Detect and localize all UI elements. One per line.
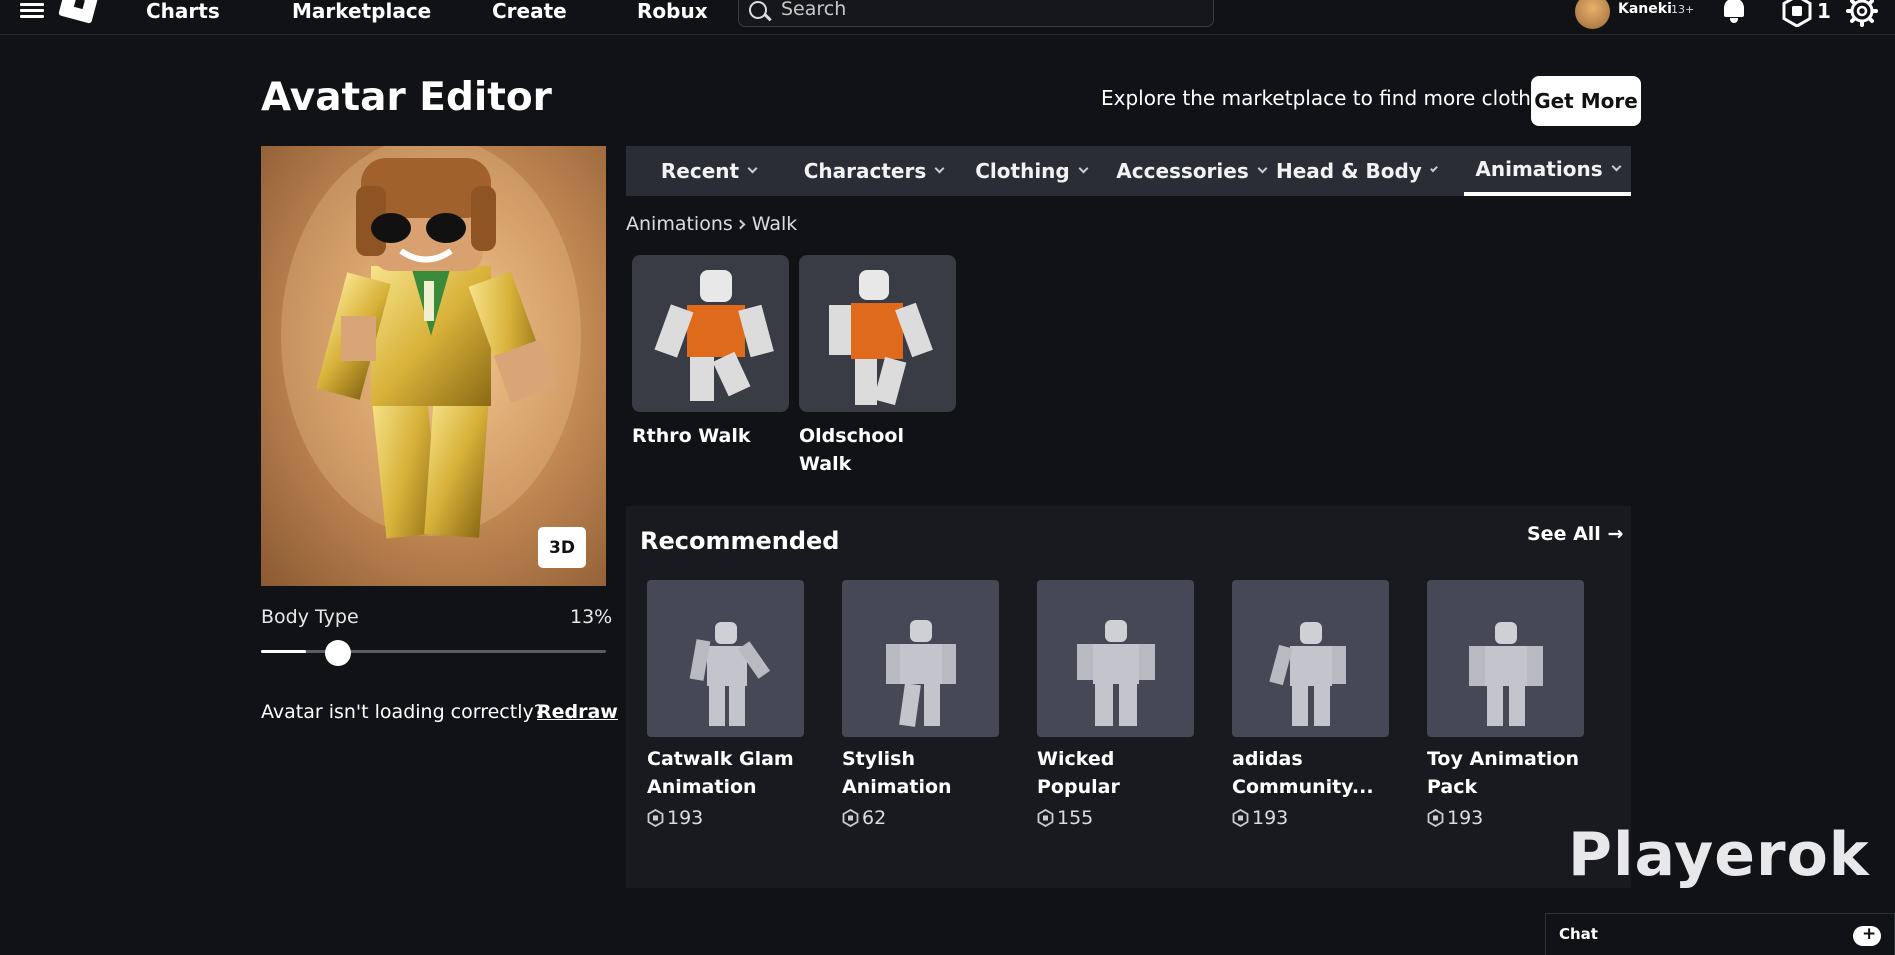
recommended-item[interactable]: Catwalk Glam Animation Pac... 193 (647, 580, 804, 829)
chevron-right-icon (735, 219, 746, 230)
menu-icon[interactable] (20, 0, 44, 22)
robux-icon (1037, 809, 1054, 827)
price-value: 155 (1057, 807, 1094, 829)
search-placeholder: Search (781, 0, 847, 20)
recommended-item[interactable]: Stylish Animation Pack 62 (842, 580, 999, 829)
recommended-item[interactable]: Toy Animation Pack 193 (1427, 580, 1584, 829)
tab-label: Clothing (975, 159, 1070, 183)
item-card-oldschool-walk[interactable]: Oldschool Walk (799, 255, 956, 478)
chevron-down-icon (1078, 163, 1089, 174)
nav-marketplace-link[interactable]: Marketplace (292, 0, 431, 23)
nav-robux-link[interactable]: Robux (637, 0, 708, 23)
chevron-down-icon (1429, 164, 1438, 173)
arrow-right-icon: → (1607, 523, 1624, 545)
item-thumbnail[interactable] (1232, 580, 1389, 737)
search-icon (749, 1, 767, 19)
robux-icon (1232, 809, 1249, 827)
tab-label: Characters (803, 159, 927, 183)
avatar-loading-text: Avatar isn't loading correctly? (261, 701, 544, 723)
tab-head-body[interactable]: Head & Body (1276, 146, 1438, 196)
explore-marketplace-text: Explore the marketplace to find more clo… (1101, 86, 1562, 110)
recommended-item[interactable]: adidas Community... 193 (1232, 580, 1389, 829)
robux-balance[interactable]: 1 (1817, 0, 1831, 23)
see-all-link[interactable]: See All → (1527, 523, 1623, 545)
get-more-button[interactable]: Get More (1531, 76, 1641, 126)
avatar-preview[interactable] (261, 146, 606, 586)
tab-clothing[interactable]: Clothing (956, 146, 1106, 196)
tab-label: Animations (1475, 157, 1603, 181)
search-input[interactable]: Search (738, 0, 1214, 27)
robux-icon (647, 809, 664, 827)
robux-icon (1427, 809, 1444, 827)
item-thumbnail[interactable] (842, 580, 999, 737)
chevron-down-icon (1257, 163, 1268, 174)
item-price: 193 (647, 807, 804, 829)
body-type-value: 13% (570, 606, 613, 628)
see-all-label: See All (1527, 523, 1601, 545)
item-name: Catwalk Glam Animation Pac... (647, 748, 794, 798)
body-type-label: Body Type (261, 606, 359, 628)
tab-animations[interactable]: Animations (1464, 146, 1631, 196)
watermark-text: Playerok (1568, 820, 1870, 890)
item-thumbnail[interactable] (647, 580, 804, 737)
breadcrumb: Animations Walk (626, 213, 797, 235)
item-name: Stylish Animation Pack (842, 748, 952, 798)
chat-label: Chat (1559, 925, 1598, 943)
user-age-badge: 13+ (1671, 3, 1695, 16)
new-chat-icon[interactable] (1853, 924, 1881, 946)
chevron-down-icon (1611, 161, 1622, 172)
user-avatar[interactable] (1575, 0, 1610, 29)
body-type-slider-fill (261, 650, 306, 653)
page-title: Avatar Editor (261, 75, 552, 120)
tab-label: Accessories (1116, 159, 1249, 183)
tab-label: Head & Body (1276, 159, 1422, 183)
price-value: 62 (862, 807, 887, 829)
price-value: 193 (667, 807, 704, 829)
avatar-render-image (281, 146, 581, 539)
nav-charts-link[interactable]: Charts (146, 0, 220, 23)
recommended-item[interactable]: Wicked Popular Animation Pack 155 (1037, 580, 1194, 829)
item-name: Wicked Popular Animation Pack (1037, 748, 1120, 798)
item-thumbnail[interactable] (1037, 580, 1194, 737)
top-navbar: Charts Marketplace Create Robux Search K… (0, 0, 1895, 35)
item-card-rthro-walk[interactable]: Rthro Walk (632, 255, 789, 450)
category-tabs: Recent Characters Clothing Accessories H… (626, 146, 1631, 196)
tab-accessories[interactable]: Accessories (1106, 146, 1276, 196)
price-value: 193 (1447, 807, 1484, 829)
nav-create-link[interactable]: Create (492, 0, 567, 23)
item-price: 155 (1037, 807, 1194, 829)
notifications-bell-icon[interactable] (1722, 0, 1746, 24)
chat-bar[interactable]: Chat (1545, 913, 1895, 955)
price-value: 193 (1252, 807, 1289, 829)
item-thumbnail[interactable] (799, 255, 956, 412)
tab-characters[interactable]: Characters (791, 146, 956, 196)
tab-recent[interactable]: Recent (626, 146, 791, 196)
tab-label: Recent (660, 159, 740, 183)
view-3d-toggle[interactable]: 3D (538, 527, 586, 568)
settings-gear-icon[interactable] (1846, 0, 1878, 27)
item-price: 193 (1232, 807, 1389, 829)
recommended-title: Recommended (640, 527, 840, 555)
chevron-down-icon (934, 163, 945, 174)
redraw-link[interactable]: Redraw (537, 701, 618, 723)
item-thumbnail[interactable] (632, 255, 789, 412)
roblox-logo-icon[interactable] (58, 0, 100, 24)
breadcrumb-parent-link[interactable]: Animations (626, 213, 733, 235)
breadcrumb-current: Walk (751, 213, 798, 235)
robux-icon (842, 809, 859, 827)
item-name: Rthro Walk (632, 425, 751, 447)
item-thumbnail[interactable] (1427, 580, 1584, 737)
user-name[interactable]: Kaneki (1618, 1, 1672, 17)
item-price: 62 (842, 807, 999, 829)
body-type-slider[interactable] (261, 650, 606, 653)
item-name: adidas Community... (1232, 748, 1374, 798)
item-name: Oldschool Walk (799, 425, 904, 475)
body-type-slider-thumb[interactable] (324, 640, 351, 666)
robux-icon[interactable] (1782, 0, 1812, 27)
item-name: Toy Animation Pack (1427, 748, 1580, 798)
item-price: 193 (1427, 807, 1584, 829)
chevron-down-icon (747, 163, 758, 174)
